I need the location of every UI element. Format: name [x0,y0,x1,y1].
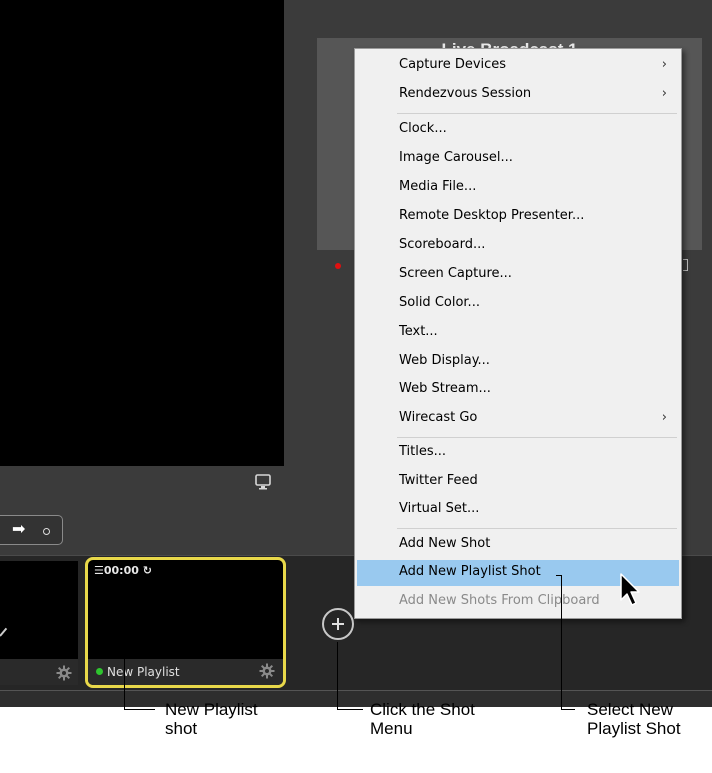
menu-separator [397,528,677,529]
add-shot-button[interactable] [322,608,354,640]
chevron-right-icon: › [661,410,667,425]
menu-item-image-carousel[interactable]: Image Carousel... [357,146,679,172]
menu-item-media-file[interactable]: Media File... [357,175,679,201]
wirecast-window: Live Broadcast 1 ➡ ☰00:00 ↻ [0,0,712,707]
menu-item-web-display[interactable]: Web Display... [357,349,679,375]
callout-line [337,709,363,710]
playlist-list-icon: ☰ [94,564,104,577]
chevron-right-icon: › [661,86,667,101]
menu-item-clock[interactable]: Clock... [357,117,679,143]
preview-monitor [0,0,284,466]
menu-item-web-stream[interactable]: Web Stream... [357,377,679,403]
menu-item-capture-devices[interactable]: Capture Devices › [357,53,679,79]
callout-line [337,642,338,710]
monitor-icon[interactable] [254,474,272,490]
gear-icon[interactable] [259,663,275,679]
shot-name: New Playlist [107,665,180,679]
refresh-icon: ↻ [142,564,152,577]
shot-menu: Capture Devices › Rendezvous Session › C… [354,48,682,619]
shot-footer [0,659,78,685]
mouse-cursor-icon [620,573,640,606]
playlist-time: ☰00:00 ↻ [94,564,152,577]
chevron-right-icon: › [661,57,667,72]
menu-item-add-new-shot[interactable]: Add New Shot [357,532,679,558]
shot-thumbnail[interactable] [0,561,78,685]
menu-item-wirecast-go[interactable]: Wirecast Go › [357,406,679,432]
menu-item-remote-desktop-presenter[interactable]: Remote Desktop Presenter... [357,204,679,230]
gear-icon[interactable] [56,665,72,681]
callout-select-item: Select New Playlist Shot [587,700,681,738]
callout-line [561,709,575,710]
callout-line [561,575,562,710]
menu-item-rendezvous-session[interactable]: Rendezvous Session › [357,82,679,108]
live-thumbnail-bracket [683,259,688,271]
menu-item-scoreboard[interactable]: Scoreboard... [357,233,679,259]
menu-item-twitter-feed[interactable]: Twitter Feed [357,469,679,495]
plus-icon [337,618,339,630]
callout-playlist-shot: New Playlist shot [165,700,258,738]
menu-item-text[interactable]: Text... [357,320,679,346]
callout-line [124,709,155,710]
callout-shot-menu: Click the Shot Menu [370,700,475,738]
menu-separator [397,437,677,438]
menu-item-screen-capture[interactable]: Screen Capture... [357,262,679,288]
transition-button[interactable]: ➡ [0,515,63,545]
callout-line [124,634,125,710]
menu-item-titles[interactable]: Titles... [357,440,679,466]
circle-icon [43,528,50,535]
partial-graphic [0,627,8,637]
status-dot [96,668,103,675]
menu-separator [397,113,677,114]
shot-footer: New Playlist [88,659,283,685]
playlist-shot-thumbnail[interactable]: ☰00:00 ↻ New Playlist [85,557,286,688]
menu-item-solid-color[interactable]: Solid Color... [357,291,679,317]
live-indicator-dot [335,263,341,269]
menu-item-virtual-set[interactable]: Virtual Set... [357,497,679,523]
arrow-right-icon: ➡ [12,521,26,538]
